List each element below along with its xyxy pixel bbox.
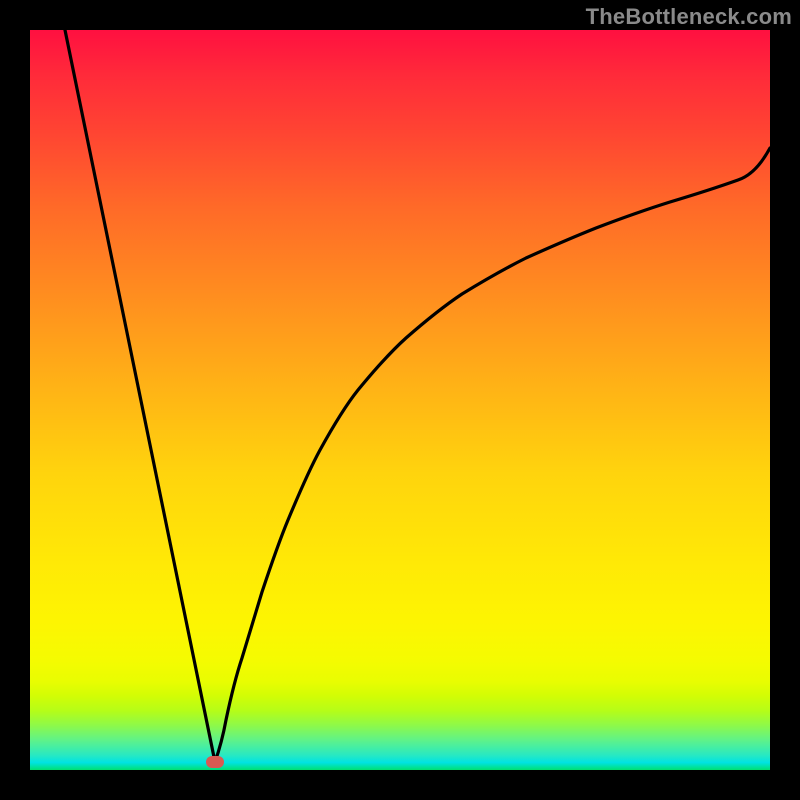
optimal-point-marker bbox=[206, 756, 224, 768]
curve-right-branch bbox=[215, 148, 770, 762]
curve-left-branch bbox=[65, 30, 215, 762]
bottleneck-curve bbox=[30, 30, 770, 770]
watermark-text: TheBottleneck.com bbox=[586, 4, 792, 30]
chart-frame: TheBottleneck.com bbox=[0, 0, 800, 800]
chart-plot-area bbox=[30, 30, 770, 770]
